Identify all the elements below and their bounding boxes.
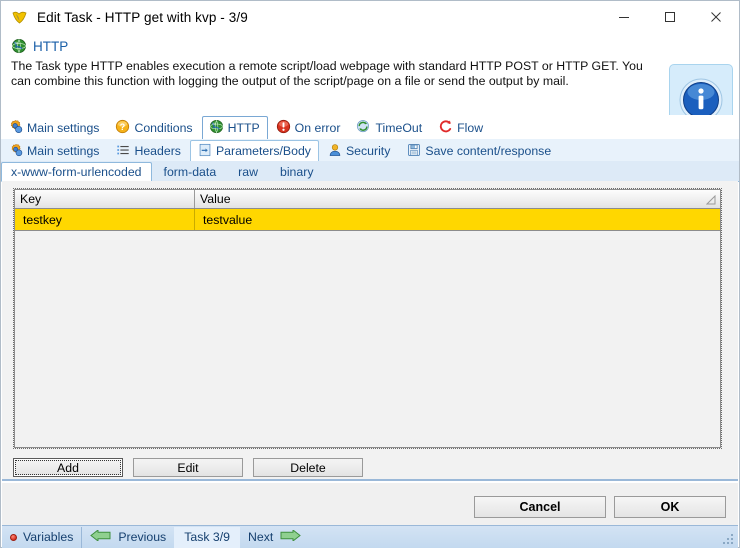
grid-empty-area[interactable] xyxy=(15,231,720,447)
header-title: HTTP xyxy=(33,39,68,54)
ok-button[interactable]: OK xyxy=(614,496,726,518)
delete-button[interactable]: Delete xyxy=(253,458,363,477)
app-logo-icon xyxy=(11,8,29,26)
title-bar: Edit Task - HTTP get with kvp - 3/9 xyxy=(1,1,739,33)
previous-button[interactable]: Previous xyxy=(82,527,174,548)
variables-button[interactable]: Variables xyxy=(2,527,81,548)
window-title: Edit Task - HTTP get with kvp - 3/9 xyxy=(37,10,248,25)
tab-on-error[interactable]: On error xyxy=(269,116,349,139)
tab-flow[interactable]: Flow xyxy=(431,116,491,139)
subtab-label: Save content/response xyxy=(425,144,551,158)
window-controls xyxy=(601,1,739,33)
header-title-group: HTTP xyxy=(11,38,68,54)
gear-icon xyxy=(8,119,23,137)
red-dot-icon xyxy=(10,534,17,541)
next-label: Next xyxy=(248,530,273,544)
arrow-right-icon xyxy=(279,530,301,544)
refresh-icon xyxy=(356,119,371,137)
next-button[interactable]: Next xyxy=(240,527,309,548)
edit-task-dialog: Edit Task - HTTP get with kvp - 3/9 xyxy=(0,0,740,548)
tab-main-settings[interactable]: Main settings xyxy=(1,116,107,139)
tab-label: TimeOut xyxy=(375,121,422,135)
subtab-parameters-body[interactable]: Parameters/Body xyxy=(190,140,319,162)
tab-label: Main settings xyxy=(27,121,99,135)
save-icon xyxy=(407,143,421,160)
question-icon: ? xyxy=(115,119,130,137)
subtab-label: Security xyxy=(346,144,390,158)
tab-label: Conditions xyxy=(134,121,192,135)
secondary-tabs: Main settings Headers xyxy=(1,139,739,162)
close-icon[interactable] xyxy=(693,1,739,33)
dialog-footer: Cancel OK xyxy=(2,483,738,525)
gear-icon xyxy=(9,143,23,160)
column-resize-icon[interactable] xyxy=(706,194,716,204)
previous-label: Previous xyxy=(118,530,166,544)
status-bar: Variables Previous Task 3/9 Next xyxy=(2,525,738,548)
tab-timeout[interactable]: TimeOut xyxy=(349,116,430,139)
bodytab-label: form-data xyxy=(164,165,217,179)
user-icon xyxy=(328,143,342,160)
grid-actions: Add Edit Delete xyxy=(13,458,363,477)
subtab-label: Headers xyxy=(134,144,180,158)
svg-text:?: ? xyxy=(120,122,125,132)
error-icon xyxy=(276,119,291,137)
bodytab-form-data[interactable]: form-data xyxy=(154,162,227,181)
parameters-grid[interactable]: Key Value testkey testvalue xyxy=(14,189,721,448)
tab-label: Flow xyxy=(457,121,483,135)
tab-label: On error xyxy=(295,121,341,135)
dialog-header: HTTP The Task type HTTP enables executio… xyxy=(1,33,739,115)
globe-icon xyxy=(209,119,224,137)
minimize-icon[interactable] xyxy=(601,1,647,33)
grid-header-row: Key Value xyxy=(15,190,720,209)
edit-button[interactable]: Edit xyxy=(133,458,243,477)
list-icon xyxy=(116,143,130,160)
tab-label: HTTP xyxy=(228,121,260,135)
subtab-headers[interactable]: Headers xyxy=(108,140,188,161)
cancel-button[interactable]: Cancel xyxy=(474,496,606,518)
subtab-security[interactable]: Security xyxy=(320,140,398,161)
subtab-save-content-response[interactable]: Save content/response xyxy=(399,140,559,161)
flow-icon xyxy=(438,119,453,137)
globe-icon xyxy=(11,38,27,54)
document-icon xyxy=(198,143,212,160)
bodytab-x-www-form-urlencoded[interactable]: x-www-form-urlencoded xyxy=(1,162,152,182)
parameters-panel: Key Value testkey testvalue Add Edit Del… xyxy=(2,181,738,481)
bodytab-raw[interactable]: raw xyxy=(228,162,268,181)
header-description: The Task type HTTP enables execution a r… xyxy=(11,59,651,89)
resize-grip-icon[interactable] xyxy=(721,532,735,546)
add-button[interactable]: Add xyxy=(13,458,123,477)
table-row[interactable]: testkey testvalue xyxy=(15,209,720,231)
grid-header-key[interactable]: Key xyxy=(15,190,195,208)
bodytab-label: raw xyxy=(238,165,258,179)
maximize-icon[interactable] xyxy=(647,1,693,33)
subtab-main-settings[interactable]: Main settings xyxy=(1,140,107,161)
tab-http[interactable]: HTTP xyxy=(202,116,268,140)
task-counter: Task 3/9 xyxy=(174,527,240,548)
bodytab-label: x-www-form-urlencoded xyxy=(11,165,142,179)
primary-tabs: Main settings ? Conditions xyxy=(1,115,739,140)
variables-label: Variables xyxy=(23,530,73,544)
grid-cell-key: testkey xyxy=(15,209,195,230)
bodytab-label: binary xyxy=(280,165,314,179)
grid-cell-value: testvalue xyxy=(195,209,720,230)
subtab-label: Main settings xyxy=(27,144,99,158)
tab-conditions[interactable]: ? Conditions xyxy=(108,116,200,139)
bodytab-binary[interactable]: binary xyxy=(270,162,324,181)
body-type-tabs: x-www-form-urlencoded form-data raw bina… xyxy=(1,161,739,182)
grid-header-value[interactable]: Value xyxy=(195,190,720,208)
subtab-label: Parameters/Body xyxy=(216,144,311,158)
arrow-left-icon xyxy=(90,530,112,544)
